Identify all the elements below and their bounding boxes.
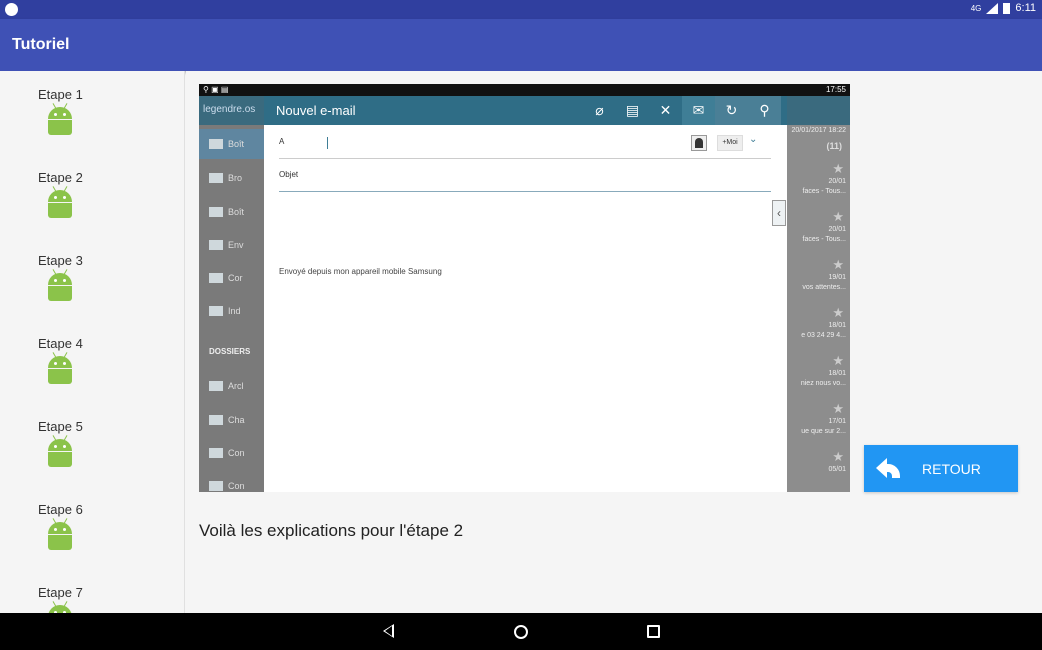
star-icon: ★ [832, 353, 844, 368]
android-icon [45, 269, 75, 303]
folder-item: Env [209, 240, 244, 250]
refresh-icon: ↻ [715, 96, 748, 125]
step-label: Etape 6 [38, 502, 83, 517]
recent-apps-icon[interactable] [647, 625, 660, 638]
reply-arrow-icon [876, 457, 902, 480]
folder-item: Cor [209, 273, 243, 283]
step-label: Etape 3 [38, 253, 83, 268]
android-icon [45, 186, 75, 220]
chevron-left-icon: ‹ [772, 200, 786, 226]
app-title: Tutoriel [12, 36, 70, 53]
folder-item: Arcl [209, 381, 244, 391]
status-time: 6:11 [1015, 2, 1036, 14]
home-icon[interactable] [514, 625, 528, 639]
step-item-2[interactable]: Etape 2 [0, 154, 184, 234]
android-icon [45, 352, 75, 386]
folder-item: Boît [209, 207, 244, 217]
message-meta: faces - Tous... [802, 236, 846, 243]
screenshot-time: 17:55 [825, 85, 846, 94]
screenshot-folder-list: Boît Bro Boît Env Cor Ind DOSSIERS Arcl … [199, 125, 264, 492]
compose-title: Nouvel e-mail [276, 103, 356, 118]
star-icon: ★ [832, 401, 844, 416]
folder-item: Con [209, 481, 245, 491]
folder-item: Bro [209, 173, 242, 183]
android-icon [45, 435, 75, 469]
star-icon: ★ [832, 161, 844, 176]
close-icon: ✕ [659, 102, 672, 118]
save-draft-icon: ▤ [625, 102, 640, 118]
step-label: Etape 2 [38, 170, 83, 185]
folders-header: DOSSIERS [209, 347, 251, 356]
star-icon: ★ [832, 449, 844, 464]
folder-item: Ind [209, 306, 241, 316]
attach-icon: ⌀ [595, 102, 604, 118]
to-label: A [279, 137, 285, 146]
retour-label: RETOUR [922, 460, 981, 477]
android-icon [45, 518, 75, 552]
folder-item: Cha [209, 415, 245, 425]
star-icon: ★ [832, 257, 844, 272]
status-right: 4G 6:11 [971, 2, 1036, 14]
step-item-4[interactable]: Etape 4 [0, 320, 184, 400]
contact-icon [691, 135, 707, 151]
step-item-1[interactable]: Etape 1 [0, 71, 184, 151]
back-icon[interactable] [383, 624, 394, 638]
add-me-button: +Moi [717, 135, 743, 151]
status-bar: 4G 6:11 [0, 0, 1042, 19]
step-item-7[interactable]: Etape 7 [0, 569, 184, 613]
message-meta: 05/01 [828, 466, 846, 473]
subject-label: Objet [279, 170, 299, 179]
step-label: Etape 4 [38, 336, 83, 351]
message-meta: 18/01 [828, 370, 846, 377]
send-icon: ✉ [682, 96, 715, 125]
step-explanation: Voilà les explications pour l'étape 2 [199, 521, 464, 540]
step-label: Etape 5 [38, 419, 83, 434]
screenshot-account: legendre.os [203, 104, 256, 115]
message-date: 20/01/2017 18:22 [791, 127, 847, 134]
star-icon: ★ [832, 305, 844, 320]
step-label: Etape 7 [38, 585, 83, 600]
navigation-bar [0, 613, 1042, 650]
tutorial-screenshot: ⚲ ▣ ▤ 17:55 legendre.os Boît Bro Boît En… [199, 84, 850, 492]
step-item-6[interactable]: Etape 6 [0, 486, 184, 566]
content-area: ⚲ ▣ ▤ 17:55 legendre.os Boît Bro Boît En… [186, 71, 1042, 613]
screenshot-message-column: 20/01/2017 18:22 (11) ★ 20/01 faces - To… [787, 125, 850, 492]
message-meta: 19/01 [828, 274, 846, 281]
message-meta: e 03 24 29 4... [801, 332, 846, 339]
message-meta: 18/01 [828, 322, 846, 329]
notification-icon [5, 3, 18, 16]
step-label: Etape 1 [38, 87, 83, 102]
folder-item: Boît [199, 129, 264, 159]
compose-header: Nouvel e-mail ⌀ ▤ ✕ ✉ ↻ ⚲ [264, 96, 787, 125]
star-icon: ★ [832, 209, 844, 224]
signature-text: Envoyé depuis mon appareil mobile Samsun… [279, 267, 442, 276]
chevron-down-icon: ⌄ [749, 134, 758, 145]
signal-icon [986, 2, 999, 14]
divider [279, 158, 771, 159]
folder-item: Con [209, 448, 245, 458]
message-meta: ue que sur 2... [801, 428, 846, 435]
message-meta: 17/01 [828, 418, 846, 425]
message-count: (11) [826, 141, 842, 151]
network-type: 4G [970, 3, 982, 13]
message-meta: 20/01 [828, 178, 846, 185]
retour-button[interactable]: RETOUR [864, 445, 1018, 492]
step-list: Etape 1 Etape 2 Etape 3 Etape 4 Etape 5 … [0, 71, 185, 613]
step-item-3[interactable]: Etape 3 [0, 237, 184, 317]
battery-icon [1003, 2, 1011, 14]
screenshot-status-bar: ⚲ ▣ ▤ 17:55 [199, 84, 850, 96]
divider [279, 191, 771, 192]
message-meta: faces - Tous... [802, 188, 846, 195]
message-meta: vos attentes... [802, 284, 846, 291]
step-item-5[interactable]: Etape 5 [0, 403, 184, 483]
text-cursor [327, 137, 328, 149]
message-meta: 20/01 [828, 226, 846, 233]
android-icon [45, 601, 75, 613]
compose-toolbar: ⌀ ▤ ✕ ✉ ↻ ⚲ [583, 96, 781, 125]
android-icon [45, 103, 75, 137]
search-icon: ⚲ [748, 96, 781, 125]
compose-body: A +Moi ⌄ Objet Envoyé depuis mon apparei… [264, 125, 787, 492]
app-bar: Tutoriel [0, 19, 1042, 71]
message-meta: niez nous vo... [800, 380, 846, 387]
